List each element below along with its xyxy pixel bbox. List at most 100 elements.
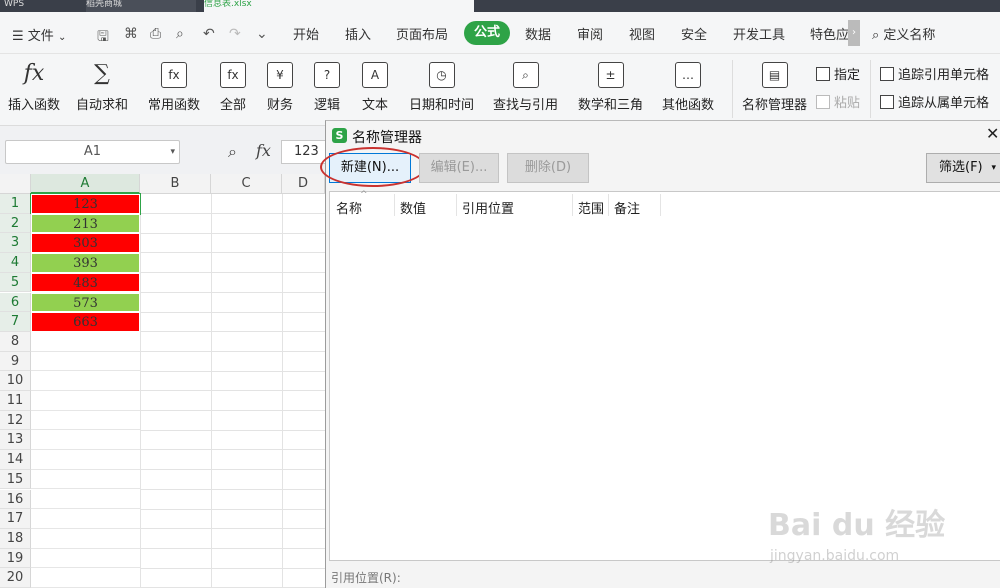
undo-icon[interactable]: ↶ <box>203 26 215 42</box>
row-header[interactable]: 1 <box>0 194 31 214</box>
menu-security[interactable]: 安全 <box>681 24 707 43</box>
column-header-d[interactable]: D <box>282 174 325 194</box>
more-functions-button[interactable]: … 其他函数 <box>662 62 714 113</box>
menu-insert[interactable]: 插入 <box>345 24 371 43</box>
row-header[interactable]: 5 <box>0 272 31 293</box>
trace-dependents-icon <box>880 95 894 109</box>
text-button[interactable]: A 文本 <box>362 62 388 113</box>
close-icon[interactable]: ✕ <box>986 124 999 143</box>
cell-a15[interactable] <box>31 470 140 490</box>
cell-a11[interactable] <box>31 391 140 411</box>
zoom-icon[interactable]: ⌕ <box>228 142 237 162</box>
row-header[interactable]: 17 <box>0 509 31 529</box>
row-header[interactable]: 14 <box>0 450 31 470</box>
trace-precedents-button[interactable]: 追踪引用单元格 <box>880 64 989 83</box>
workbook-tab[interactable]: 信息表.xlsx <box>204 0 474 12</box>
menu-data[interactable]: 数据 <box>525 24 551 43</box>
row-header[interactable]: 16 <box>0 489 31 510</box>
column-header-a[interactable]: A <box>31 174 140 194</box>
menu-developer[interactable]: 开发工具 <box>733 24 785 43</box>
print-preview-icon[interactable]: ⌕ <box>176 26 184 42</box>
row-header[interactable]: 4 <box>0 253 31 273</box>
cell-a7[interactable]: 663 <box>31 312 140 332</box>
cell-a5[interactable]: 483 <box>31 272 140 293</box>
file-menu-label: 文件 <box>27 29 54 44</box>
column-header-b[interactable]: B <box>140 174 211 194</box>
cell-a1[interactable]: 123 <box>30 193 141 215</box>
list-column-comment[interactable]: 备注 <box>614 198 640 217</box>
math-trig-button[interactable]: ± 数学和三角 <box>578 62 643 113</box>
define-name-search[interactable]: ⌕ 定义名称 <box>872 24 935 43</box>
cell-a4[interactable]: 393 <box>31 253 140 273</box>
list-column-scope[interactable]: 范围 <box>578 198 604 217</box>
row-header[interactable]: 3 <box>0 233 31 254</box>
common-function-button[interactable]: fx 常用函数 <box>148 62 200 113</box>
lookup-reference-button[interactable]: ⌕ 查找与引用 <box>493 62 558 113</box>
row-header[interactable]: 8 <box>0 331 31 352</box>
row-header[interactable]: 9 <box>0 351 31 372</box>
name-box[interactable]: A1 ▾ <box>5 140 180 164</box>
menu-review[interactable]: 审阅 <box>577 24 603 43</box>
row-header[interactable]: 18 <box>0 528 31 549</box>
menu-special[interactable]: 特色应 <box>810 24 848 43</box>
cell-a14[interactable] <box>31 450 140 470</box>
cell-a19[interactable] <box>31 549 140 569</box>
print-icon[interactable]: ⎙ <box>150 26 161 42</box>
menu-view[interactable]: 视图 <box>629 24 655 43</box>
fx-icon[interactable]: fx <box>256 141 271 160</box>
wps-tab[interactable]: WPS <box>4 0 74 12</box>
select-all-corner[interactable] <box>0 174 31 194</box>
cell-a9[interactable] <box>31 352 140 372</box>
row-header[interactable]: 11 <box>0 391 31 411</box>
date-time-button[interactable]: ◷ 日期和时间 <box>409 62 474 113</box>
filter-button[interactable]: 筛选(F) ▾ <box>926 153 1000 183</box>
name-manager-button[interactable]: ▤ 名称管理器 <box>742 62 807 113</box>
save-icon[interactable]: 🖫 <box>97 26 109 50</box>
list-column-value[interactable]: 数值 <box>400 198 426 217</box>
all-functions-button[interactable]: fx 全部 <box>220 62 246 113</box>
menu-scroll-right[interactable]: › <box>848 20 860 46</box>
row-header[interactable]: 19 <box>0 548 31 569</box>
trace-dependents-button[interactable]: 追踪从属单元格 <box>880 92 989 111</box>
menu-formula[interactable]: 公式 <box>464 21 510 45</box>
row-header[interactable]: 15 <box>0 469 31 490</box>
cell-a8[interactable] <box>31 332 140 352</box>
list-column-name[interactable]: 名称 <box>336 198 362 217</box>
format-painter-icon[interactable]: ⌘ <box>124 26 138 42</box>
cell-a20[interactable] <box>31 568 140 588</box>
column-header-c[interactable]: C <box>211 174 282 194</box>
row-header[interactable]: 10 <box>0 371 31 391</box>
menu-page-layout[interactable]: 页面布局 <box>396 24 448 43</box>
row-header[interactable]: 13 <box>0 430 31 451</box>
docer-tab[interactable]: 稻壳商城 <box>86 0 196 12</box>
cell-a16[interactable] <box>31 490 140 510</box>
cell-a18[interactable] <box>31 529 140 549</box>
cell-a3[interactable]: 303 <box>31 233 140 254</box>
cell-a6[interactable]: 573 <box>31 292 140 313</box>
delete-name-button[interactable]: 删除(D) <box>507 153 589 183</box>
redo-icon[interactable]: ↷ <box>229 26 241 42</box>
file-menu[interactable]: ☰ 文件 ⌄ <box>12 25 66 44</box>
cell-a12[interactable] <box>31 411 140 431</box>
grid-line <box>140 311 325 313</box>
customize-toolbar-icon[interactable]: ⌄ <box>256 26 268 42</box>
row-header[interactable]: 7 <box>0 312 31 332</box>
row-header[interactable]: 2 <box>0 213 31 234</box>
row-header[interactable]: 6 <box>0 292 31 313</box>
cell-a2[interactable]: 213 <box>31 213 140 234</box>
cell-a10[interactable] <box>31 371 140 391</box>
cell-a17[interactable] <box>31 509 140 529</box>
cell-a13[interactable] <box>31 430 140 451</box>
row-header[interactable]: 12 <box>0 410 31 431</box>
auto-sum-button[interactable]: ∑ 自动求和 <box>76 62 128 114</box>
grid-line <box>140 508 325 510</box>
edit-name-button[interactable]: 编辑(E)... <box>419 153 499 183</box>
row-header[interactable]: 20 <box>0 568 31 588</box>
menu-home[interactable]: 开始 <box>293 24 319 43</box>
list-column-refers-to[interactable]: 引用位置 <box>462 198 514 217</box>
assign-name-button[interactable]: 指定 <box>816 64 860 83</box>
finance-button[interactable]: ¥ 财务 <box>267 62 293 113</box>
logic-button[interactable]: ? 逻辑 <box>314 62 340 113</box>
insert-function-button[interactable]: fx 插入函数 <box>8 62 60 114</box>
paste-name-button[interactable]: 粘贴 <box>816 92 860 111</box>
